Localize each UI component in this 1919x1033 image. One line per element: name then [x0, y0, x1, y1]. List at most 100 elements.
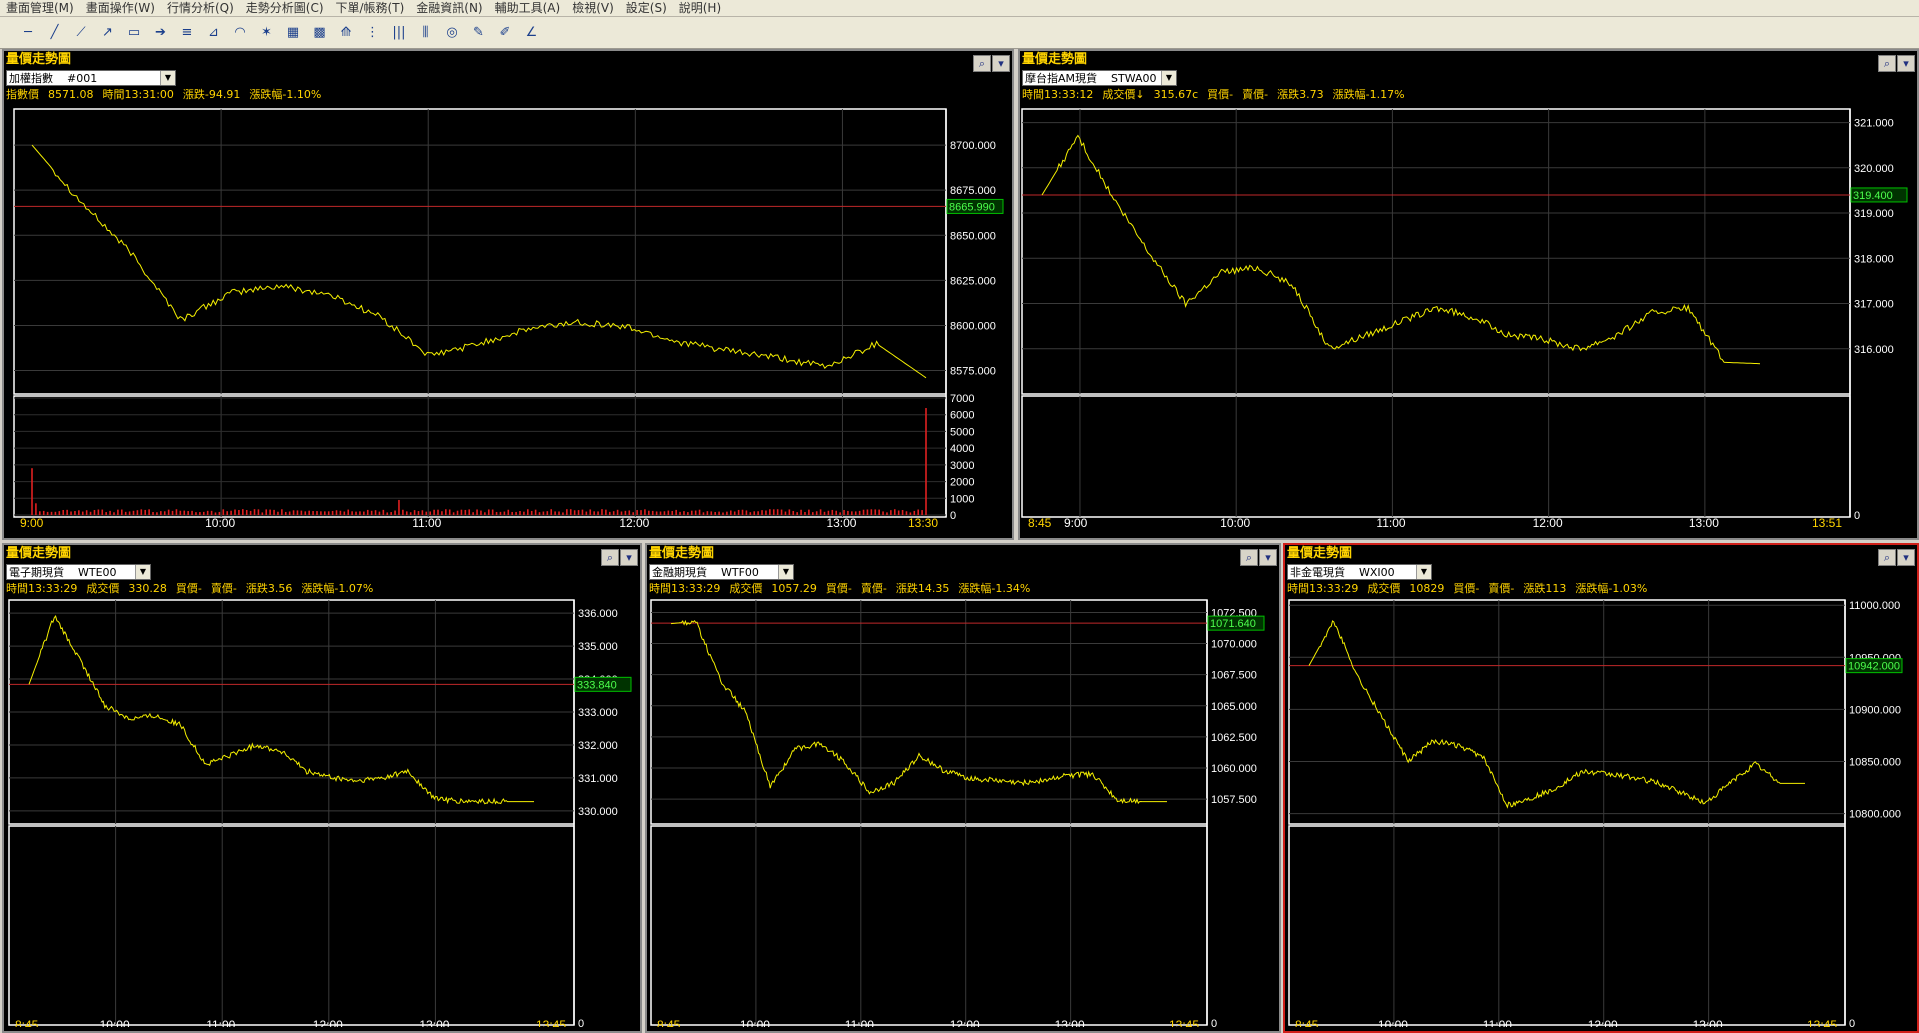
menu-item-0[interactable]: 畫面管理(M)	[0, 0, 80, 16]
y-tick-label: 317.000	[1854, 299, 1894, 311]
y-tick-label: 8575.000	[950, 366, 996, 378]
reference-price-label: 1071.640	[1210, 618, 1256, 630]
y-tick-label: 10900.000	[1849, 704, 1901, 716]
price-series-line	[31, 144, 927, 379]
volume-tick-label: 4000	[950, 443, 974, 455]
x-end-label: 13:30	[908, 516, 938, 530]
parallel-line-icon[interactable]: ⟋	[71, 24, 91, 42]
volume-plot-frame	[8, 825, 575, 1026]
gann-box-icon[interactable]: ▦	[283, 24, 303, 42]
period-lines-icon[interactable]: ⫼	[416, 24, 436, 42]
volume-tick-label: 0	[578, 1018, 584, 1027]
fibonacci-arc-icon[interactable]: ◠	[230, 24, 250, 42]
volume-tick-label: 0	[1211, 1018, 1217, 1027]
price-plot-frame	[1021, 108, 1851, 395]
x-tick-label: 11:00	[845, 1018, 874, 1027]
reference-price-label: 10942.000	[1848, 661, 1900, 673]
menu-item-3[interactable]: 走勢分析圖(C)	[240, 0, 330, 16]
chart-panel-finance[interactable]: 量價走勢圖 ⌕ ▾ 金融期現貨 WTF00 ▼ 時間13:33:29 成交價 1057.29 買價…	[645, 543, 1281, 1033]
y-tick-label: 333.000	[578, 707, 618, 719]
price-series-line	[28, 615, 534, 805]
y-tick-label: 10850.000	[1849, 756, 1901, 768]
x-tick-label: 10:00	[100, 1018, 130, 1027]
x-end-label: 13:45	[1169, 1018, 1199, 1027]
price-chart: 321.000 320.000 319.000 318.000 317.000 316.0…	[1021, 108, 1908, 530]
gann-grid-icon[interactable]: ▩	[310, 24, 330, 42]
y-tick-label: 8675.000	[950, 185, 996, 197]
y-tick-label: 318.000	[1854, 253, 1894, 265]
y-tick-label: 8650.000	[950, 230, 996, 242]
y-tick-label: 10800.000	[1849, 809, 1901, 821]
volume-tick-label: 2000	[950, 477, 974, 489]
horizontal-line-icon[interactable]: ─	[18, 24, 38, 42]
y-tick-label: 321.000	[1854, 118, 1894, 130]
volume-tick-label: 1000	[950, 493, 974, 505]
x-tick-label: 13:00	[1693, 1018, 1723, 1027]
y-tick-label: 336.000	[578, 608, 618, 620]
chart-panel-electronics[interactable]: 量價走勢圖 ⌕ ▾ 電子期現貨 WTE00 ▼ 時間13:33:29 成交價 330.28 買價-…	[2, 543, 642, 1033]
menu-item-5[interactable]: 金融資訊(N)	[410, 0, 488, 16]
arrow-icon[interactable]: ➔	[151, 24, 171, 42]
price-chart: 8700.000 8675.000 8650.000 8625.000 8600.000…	[13, 108, 1004, 530]
x-tick-label: 13:00	[826, 516, 856, 530]
x-tick-label: 10:00	[740, 1018, 770, 1027]
menu-item-6[interactable]: 輔助工具(A)	[489, 0, 567, 16]
chart-panel-taiex[interactable]: 量價走勢圖 ⌕ ▾ 加權指數 #001 ▼ 指數價 8571.08 時間13:31:00 漲跌-9…	[2, 49, 1014, 540]
x-tick-label: 12:00	[1588, 1018, 1618, 1027]
y-tick-label: 11000.000	[1849, 600, 1900, 612]
x-tick-label: 10:00	[1378, 1018, 1408, 1027]
x-tick-label: 13:00	[419, 1018, 449, 1027]
x-tick-label: 9:00	[1064, 516, 1088, 530]
volume-tick-label: 0	[1854, 510, 1860, 522]
y-tick-label: 1070.000	[1211, 639, 1257, 651]
chart-panel-non-fin-elec[interactable]: 量價走勢圖 ⌕ ▾ 非金電現貨 WXI00 ▼ 時間13:33:29 成交價 10829 買價- 賣…	[1283, 543, 1919, 1033]
reference-price-label: 333.840	[577, 679, 617, 691]
price-chart: 11000.00010950.00010900.00010850.0001080…	[1288, 599, 1903, 1027]
x-end-label: 13:45	[536, 1018, 566, 1027]
x-tick-label: 12:00	[1533, 516, 1563, 530]
reference-price-label: 8665.990	[949, 201, 995, 213]
cycle-lines-icon[interactable]: ⋮	[363, 24, 383, 42]
x-tick-label: 12:00	[313, 1018, 343, 1027]
menu-item-1[interactable]: 畫面操作(W)	[80, 0, 161, 16]
menu-item-9[interactable]: 說明(H)	[673, 0, 727, 16]
speed-lines-icon[interactable]: ⟰	[336, 24, 356, 42]
chart-panel-msci-taiwan[interactable]: 量價走勢圖 ⌕ ▾ 摩台指AM現貨 STWA00 ▼ 時間13:33:12 成交價↓ 315.6…	[1018, 49, 1919, 540]
x-start-label: 8:45	[1295, 1018, 1319, 1027]
volume-plot-frame	[1288, 825, 1846, 1026]
text-pen-icon[interactable]: ✐	[495, 24, 515, 42]
volume-plot-frame	[13, 395, 947, 518]
volume-tick-label: 3000	[950, 460, 974, 472]
volume-tick-label: 5000	[950, 426, 974, 438]
angle-icon[interactable]: ∠	[522, 24, 542, 42]
y-tick-label: 316.000	[1854, 344, 1894, 356]
volume-plot-frame	[650, 825, 1208, 1026]
menu-item-7[interactable]: 檢視(V)	[566, 0, 620, 16]
circle-icon[interactable]: ◎	[442, 24, 462, 42]
price-series-line	[670, 619, 1167, 805]
ray-line-icon[interactable]: ↗	[98, 24, 118, 42]
menu-item-2[interactable]: 行情分析(Q)	[161, 0, 240, 16]
x-tick-label: 10:00	[205, 516, 235, 530]
gann-fan-icon[interactable]: ✶	[257, 24, 277, 42]
y-tick-label: 8625.000	[950, 275, 996, 287]
time-zones-icon[interactable]: |||	[389, 24, 409, 42]
trend-line-icon[interactable]: ╱	[45, 24, 65, 42]
volume-tick-label: 7000	[950, 393, 974, 405]
fibonacci-fan-icon[interactable]: ⊿	[204, 24, 224, 42]
x-tick-label: 11:00	[1376, 516, 1405, 530]
price-chart: 336.000335.000334.000333.000332.000331.0…	[8, 599, 632, 1027]
rectangle-icon[interactable]: ▭	[124, 24, 144, 42]
x-start-label: 8:45	[1028, 516, 1052, 530]
menu-item-4[interactable]: 下單/帳務(T)	[330, 0, 411, 16]
x-tick-label: 12:00	[619, 516, 649, 530]
fibonacci-retracement-icon[interactable]: ≡	[177, 24, 197, 42]
x-start-label: 9:00	[20, 516, 44, 530]
pencil-icon[interactable]: ✎	[469, 24, 489, 42]
x-tick-label: 13:00	[1689, 516, 1719, 530]
y-tick-label: 330.000	[578, 806, 618, 818]
x-start-label: 8:45	[15, 1018, 39, 1027]
menu-item-8[interactable]: 設定(S)	[620, 0, 673, 16]
x-start-label: 8:45	[657, 1018, 681, 1027]
y-tick-label: 320.000	[1854, 163, 1894, 175]
